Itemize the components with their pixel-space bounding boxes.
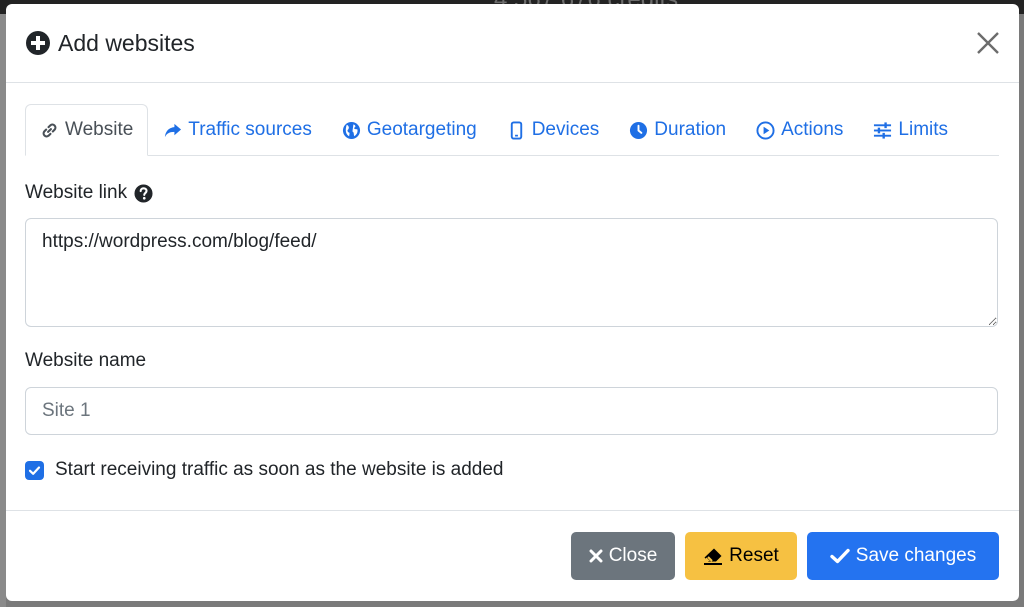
modal-body: Website Traffic sources Geotargeting Dev… — [6, 83, 1019, 481]
tab-duration[interactable]: Duration — [614, 104, 741, 156]
tab-label: Actions — [781, 119, 844, 140]
tab-devices[interactable]: Devices — [492, 104, 615, 156]
save-button-label: Save changes — [855, 545, 977, 566]
save-changes-button[interactable]: Save changes — [807, 532, 999, 580]
check-icon — [830, 548, 850, 564]
checkmark-icon — [28, 465, 41, 475]
website-name-label: Website name — [25, 350, 147, 371]
clock-icon — [630, 121, 648, 139]
tab-bar: Website Traffic sources Geotargeting Dev… — [25, 104, 999, 156]
website-link-label-text: Website link — [25, 182, 128, 203]
link-icon — [42, 123, 57, 137]
website-link-label: Website link — [25, 182, 1000, 204]
globe-icon — [342, 121, 360, 139]
times-icon — [589, 549, 603, 563]
question-circle-icon[interactable] — [134, 183, 153, 203]
add-websites-modal: Add websites Website Traffic sources Geo… — [6, 4, 1019, 601]
close-icon[interactable] — [975, 30, 1001, 56]
tab-label: Duration — [654, 119, 727, 140]
website-link-textarea[interactable] — [25, 218, 998, 327]
mobile-icon — [510, 120, 522, 140]
start-traffic-label: Start receiving traffic as soon as the w… — [55, 459, 504, 480]
tab-traffic-sources[interactable]: Traffic sources — [148, 104, 327, 156]
website-name-input[interactable] — [25, 387, 998, 435]
tab-label: Limits — [898, 119, 949, 140]
close-button[interactable]: Close — [571, 532, 675, 580]
tab-geotargeting[interactable]: Geotargeting — [327, 104, 492, 156]
eraser-icon — [704, 548, 723, 565]
start-traffic-checkbox[interactable] — [25, 460, 44, 480]
play-circle-icon — [756, 120, 775, 140]
start-traffic-row: Start receiving traffic as soon as the w… — [25, 459, 1000, 481]
tab-limits[interactable]: Limits — [858, 104, 963, 156]
tab-website[interactable]: Website — [25, 104, 149, 156]
reset-button[interactable]: Reset — [685, 532, 797, 580]
tab-label: Traffic sources — [188, 119, 312, 140]
modal-header: Add websites — [6, 4, 1019, 83]
reset-button-label: Reset — [729, 545, 779, 566]
modal-title-text: Add websites — [58, 29, 195, 56]
close-button-label: Close — [608, 545, 658, 566]
plus-circle-icon — [26, 31, 50, 55]
sliders-icon — [874, 121, 892, 139]
modal-footer: Close Reset Save changes — [6, 510, 1019, 601]
modal-title: Add websites — [26, 30, 195, 57]
tab-actions[interactable]: Actions — [741, 104, 858, 156]
tab-label: Geotargeting — [366, 119, 477, 140]
tab-label: Devices — [531, 119, 600, 140]
share-arrow-icon — [165, 123, 182, 137]
tab-label: Website — [65, 119, 134, 140]
